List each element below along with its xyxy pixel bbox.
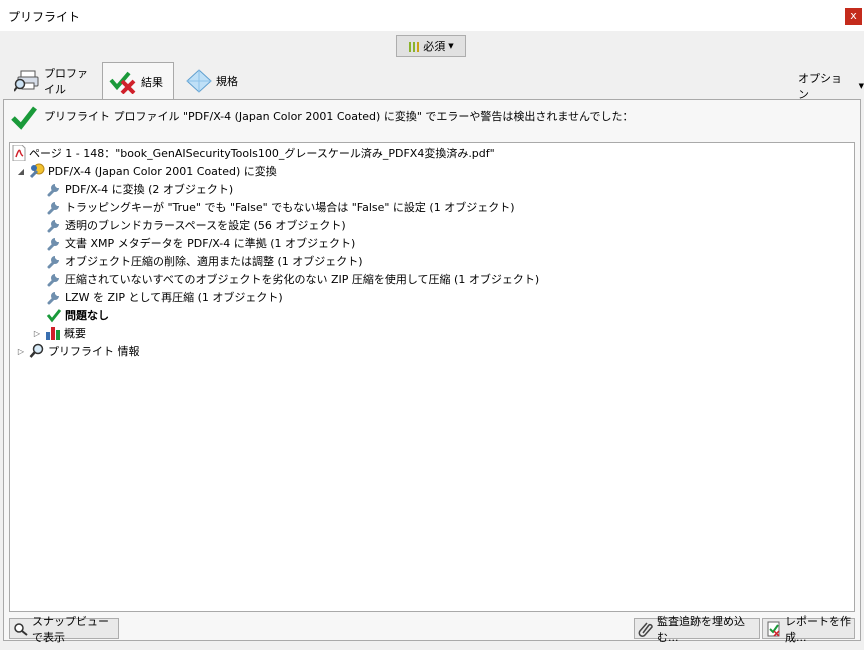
summary-text: プリフライト プロファイル "PDF/X-4 (Japan Color 2001… (44, 110, 634, 123)
snap-view-button[interactable]: スナップビューで表示 (9, 615, 119, 644)
expand-triangle-icon[interactable]: ▷ (32, 329, 42, 338)
tree-page-label: ページ 1 - 148："book_GenAISecurityTools100_… (29, 147, 495, 160)
overview-label: 概要 (64, 327, 86, 340)
window-title: プリフライト (8, 10, 81, 24)
results-tree: ページ 1 - 148："book_GenAISecurityTools100_… (9, 142, 855, 612)
report-icon (766, 621, 782, 637)
wrench-icon (46, 199, 62, 215)
tab-profile-label: プロファイル (44, 66, 88, 96)
wrench-icon (46, 271, 62, 287)
tree-row-fixup[interactable]: オブジェクト圧縮の削除、適用または調整 (1 オブジェクト) (46, 252, 363, 270)
result-summary: プリフライト プロファイル "PDF/X-4 (Japan Color 2001… (10, 104, 634, 130)
wrench-icon (46, 181, 62, 197)
tree-row-overview[interactable]: ▷ 概要 (32, 324, 86, 342)
check-cross-icon (109, 70, 137, 94)
tab-standards[interactable]: 規格 (180, 62, 244, 99)
no-problems-label: 問題なし (65, 309, 109, 322)
wrench-profile-icon (29, 163, 45, 179)
embed-audit-trail-label: 監査追跡を埋め込む... (657, 614, 745, 644)
tree-row-fixup[interactable]: PDF/X-4 に変換 (2 オブジェクト) (46, 180, 233, 198)
tab-bar: プロファイル 結果 規格 (0, 62, 864, 100)
wrench-icon (46, 217, 62, 233)
create-report-label: レポートを作成... (785, 614, 851, 644)
snap-view-label: スナップビューで表示 (32, 614, 109, 644)
bar-chart-icon (408, 40, 420, 52)
preflight-info-label: プリフライト 情報 (48, 345, 140, 358)
title-bar: プリフライト x (0, 0, 864, 31)
paperclip-icon (638, 621, 654, 637)
mode-dropdown-label: 必須 (423, 40, 446, 53)
chevron-down-icon: ▼ (858, 82, 864, 90)
tab-results-label: 結果 (141, 75, 163, 89)
tree-row-fixup[interactable]: 文書 XMP メタデータを PDF/X-4 に準拠 (1 オブジェクト) (46, 234, 355, 252)
printer-magnifier-icon (14, 69, 40, 93)
wrench-icon (46, 289, 62, 305)
fixup-label: 圧縮されていないすべてのオブジェクトを劣化のない ZIP 圧縮を使用して圧縮 (… (65, 273, 540, 286)
fixup-label: LZW を ZIP として再圧縮 (1 オブジェクト) (65, 291, 283, 304)
magnifier-icon (13, 622, 29, 636)
close-button[interactable]: x (845, 8, 862, 25)
tree-row-fixup[interactable]: 透明のブレンドカラースペースを設定 (56 オブジェクト) (46, 216, 346, 234)
tab-standards-label: 規格 (216, 74, 238, 88)
tree-row-fixup[interactable]: トラッピングキーが "True" でも "False" でもない場合は "Fal… (46, 198, 515, 216)
tree-profile-label: PDF/X-4 (Japan Color 2001 Coated) に変換 (48, 165, 277, 178)
fixup-label: オブジェクト圧縮の削除、適用または調整 (1 オブジェクト) (65, 255, 363, 268)
tree-row-page[interactable]: ページ 1 - 148："book_GenAISecurityTools100_… (12, 144, 495, 162)
fixup-label: 文書 XMP メタデータを PDF/X-4 に準拠 (1 オブジェクト) (65, 237, 356, 250)
tree-row-fixup[interactable]: LZW を ZIP として再圧縮 (1 オブジェクト) (46, 288, 283, 306)
tree-row-profile[interactable]: ◢ PDF/X-4 (Japan Color 2001 Coated) に変換 (16, 162, 277, 180)
wrench-icon (46, 235, 62, 251)
bar-chart-icon (45, 325, 61, 341)
embed-audit-trail-button[interactable]: 監査追跡を埋め込む... (634, 615, 760, 644)
create-report-button[interactable]: レポートを作成... (762, 615, 855, 644)
options-menu[interactable]: オプション ▼ (798, 70, 864, 102)
mode-dropdown[interactable]: 必須 ▼ (396, 35, 466, 57)
expand-triangle-icon[interactable]: ▷ (16, 347, 26, 356)
fixup-label: 透明のブレンドカラースペースを設定 (56 オブジェクト) (65, 219, 346, 232)
wrench-icon (46, 253, 62, 269)
fixup-label: トラッピングキーが "True" でも "False" でもない場合は "Fal… (65, 201, 515, 214)
success-check-icon (10, 104, 38, 130)
tree-row-fixup[interactable]: 圧縮されていないすべてのオブジェクトを劣化のない ZIP 圧縮を使用して圧縮 (… (46, 270, 539, 288)
diamond-icon (186, 68, 212, 93)
tree-row-no-problems[interactable]: 問題なし (46, 306, 109, 324)
options-label: オプション (798, 72, 842, 101)
preflight-window: プリフライト x 必須 ▼ プロファイル 結果 規格 オプション ▼ プリフライ… (0, 0, 864, 650)
tab-results[interactable]: 結果 (102, 62, 174, 100)
pdf-file-icon (12, 145, 26, 161)
fixup-label: PDF/X-4 に変換 (2 オブジェクト) (65, 183, 234, 196)
check-icon (46, 307, 62, 323)
magnifier-icon (29, 343, 45, 359)
chevron-down-icon: ▼ (448, 42, 454, 50)
collapse-triangle-icon[interactable]: ◢ (16, 167, 26, 176)
tree-row-preflight-info[interactable]: ▷ プリフライト 情報 (16, 342, 140, 360)
tab-profile[interactable]: プロファイル (8, 62, 100, 99)
